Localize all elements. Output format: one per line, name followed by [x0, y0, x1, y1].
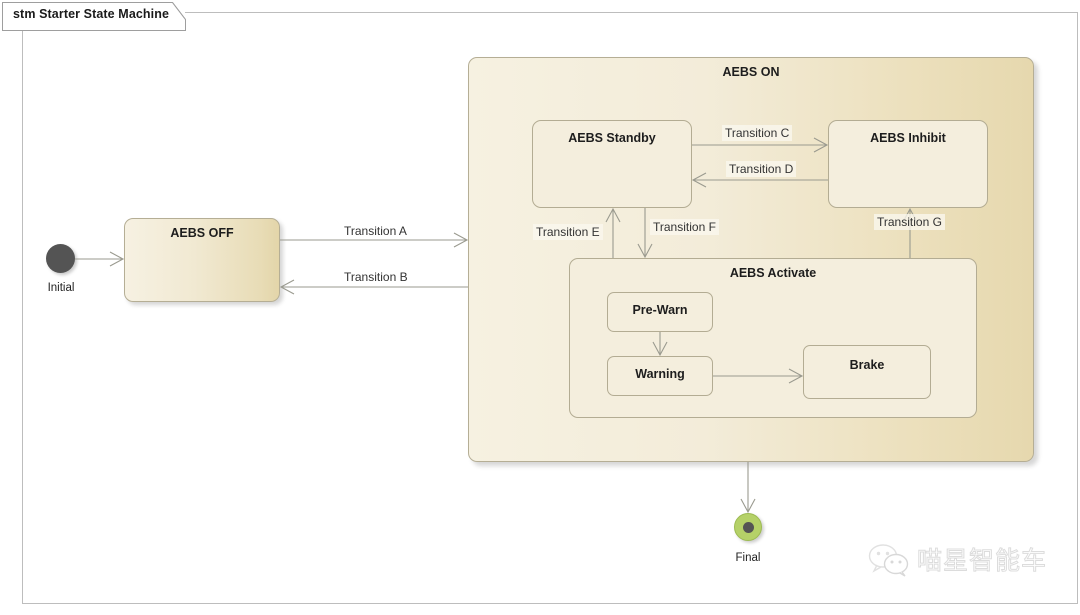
- transition-c-label: Transition C: [722, 125, 793, 141]
- state-warning[interactable]: Warning: [607, 356, 713, 396]
- diagram-frame-top-edge: [185, 12, 1078, 13]
- wechat-icon: [868, 544, 909, 577]
- state-aebs-inhibit[interactable]: AEBS Inhibit: [828, 120, 988, 208]
- state-brake[interactable]: Brake: [803, 345, 931, 399]
- watermark-text: 喵星智能车: [916, 545, 1048, 575]
- initial-pseudostate[interactable]: [46, 244, 75, 273]
- state-aebs-inhibit-label: AEBS Inhibit: [870, 131, 946, 145]
- state-aebs-standby-label: AEBS Standby: [568, 131, 656, 145]
- state-warning-label: Warning: [635, 367, 685, 381]
- state-aebs-off[interactable]: AEBS OFF: [124, 218, 280, 302]
- transition-e-label: Transition E: [533, 224, 603, 240]
- transition-b-label: Transition B: [344, 270, 408, 284]
- state-brake-label: Brake: [849, 358, 885, 372]
- state-pre-warn-label: Pre-Warn: [632, 303, 688, 317]
- transition-d-label: Transition D: [726, 161, 797, 177]
- final-pseudostate-label: Final: [735, 552, 761, 564]
- watermark: 喵星智能车: [868, 538, 1068, 582]
- state-aebs-on-label: AEBS ON: [722, 65, 780, 79]
- initial-pseudostate-label: Initial: [47, 282, 75, 294]
- page-title: stm Starter State Machine: [13, 7, 170, 21]
- transition-g-label: Transition G: [874, 214, 945, 230]
- transition-f-label: Transition F: [650, 219, 719, 235]
- state-aebs-off-label: AEBS OFF: [170, 226, 234, 240]
- diagram-canvas: stm Starter State Machine AEBS ON AEBS O…: [0, 0, 1080, 615]
- state-aebs-standby[interactable]: AEBS Standby: [532, 120, 692, 208]
- transition-a-label: Transition A: [344, 224, 407, 238]
- state-pre-warn[interactable]: Pre-Warn: [607, 292, 713, 332]
- final-pseudostate[interactable]: [734, 513, 762, 541]
- state-aebs-activate-label: AEBS Activate: [729, 266, 817, 280]
